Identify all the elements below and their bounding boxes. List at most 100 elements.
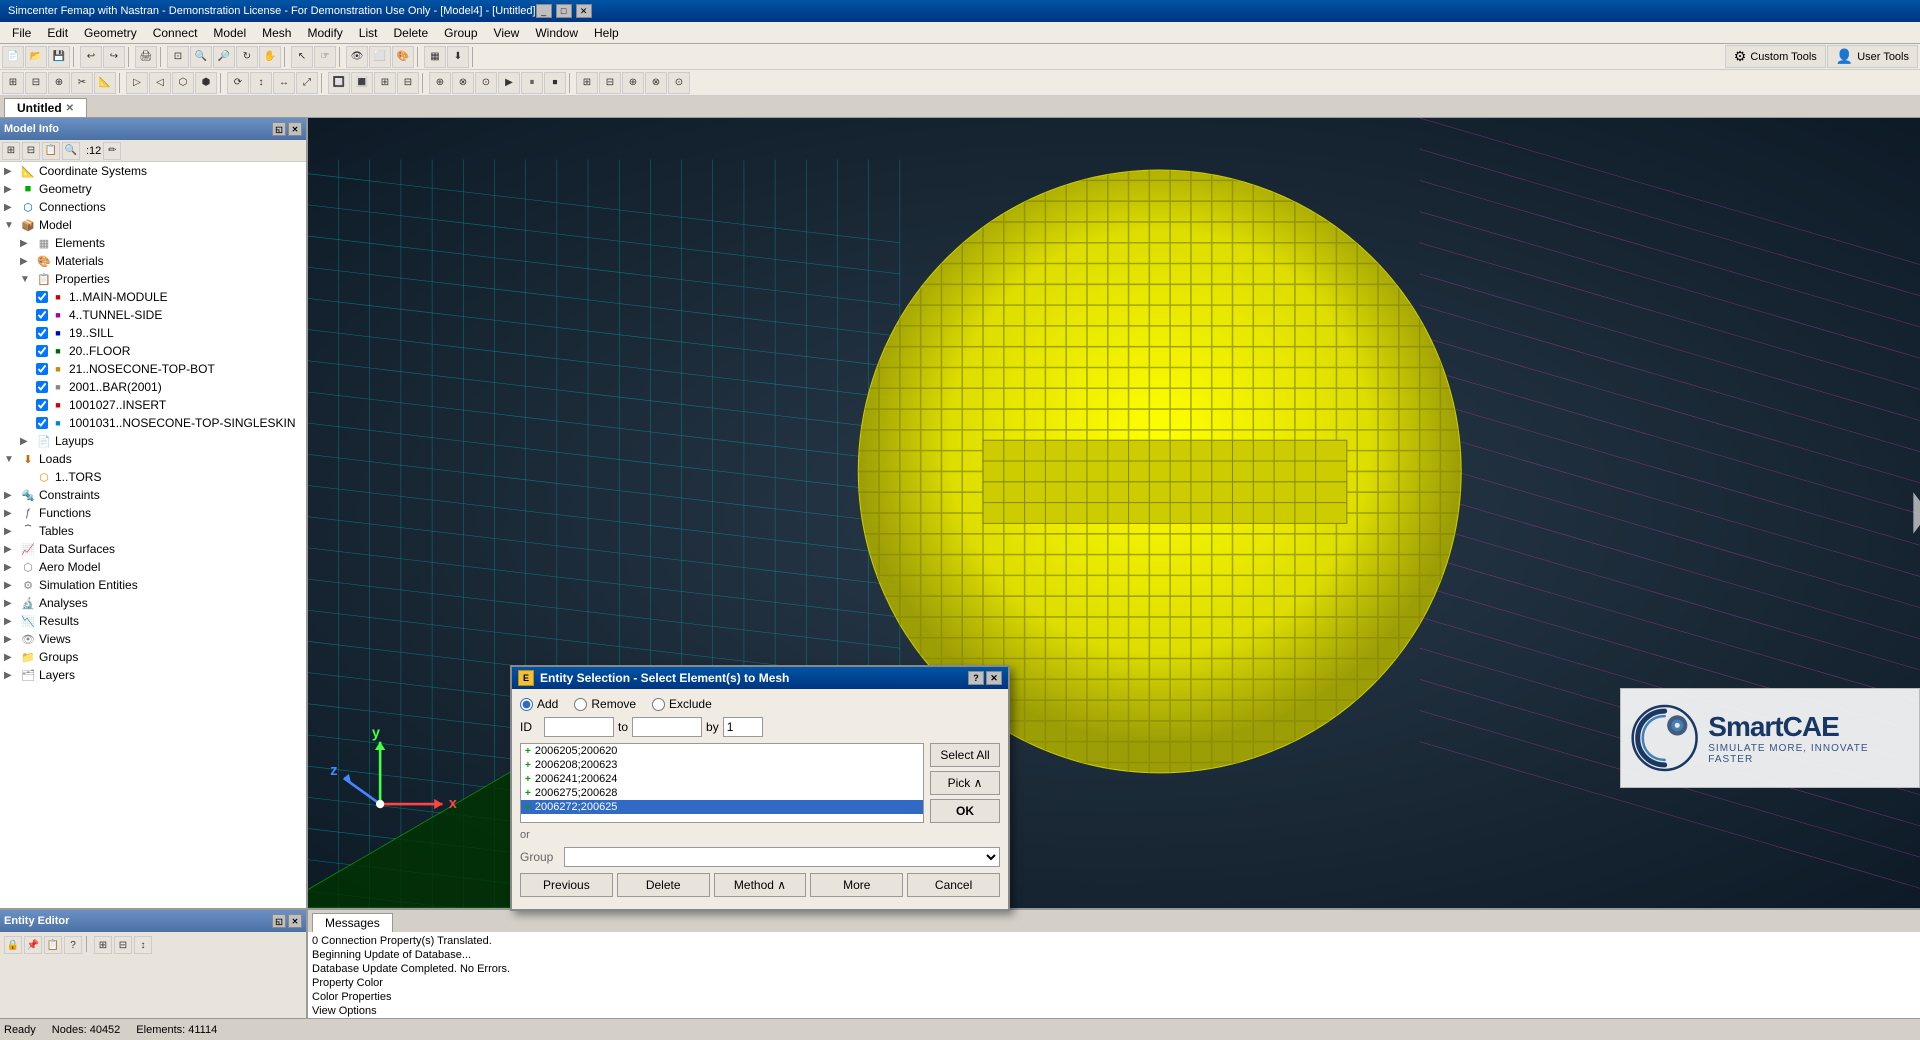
- entity-item-3[interactable]: + 2006275;200628: [521, 786, 923, 800]
- ee-expand-icon[interactable]: ↕: [134, 936, 152, 954]
- rotate-icon[interactable]: ↻: [236, 46, 258, 68]
- radio-remove-input[interactable]: [574, 698, 587, 711]
- redo-icon[interactable]: ↪: [103, 46, 125, 68]
- user-tools-btn[interactable]: 👤 User Tools: [1827, 45, 1918, 68]
- menu-geometry[interactable]: Geometry: [76, 24, 145, 42]
- entity-item-0[interactable]: + 2006205;200620: [521, 744, 923, 758]
- menu-delete[interactable]: Delete: [385, 24, 436, 42]
- tree-item-results[interactable]: ▶ 📉 Results: [0, 612, 306, 630]
- tb2-13[interactable]: ⤢: [296, 72, 318, 94]
- panel-float-btn[interactable]: ◱: [272, 122, 286, 136]
- tree-item-datasurfaces[interactable]: ▶ 📈 Data Surfaces: [0, 540, 306, 558]
- display-icon[interactable]: ⬜: [369, 46, 391, 68]
- tree-item-loads[interactable]: ▼ ⬇ Loads: [0, 450, 306, 468]
- more-button[interactable]: More: [810, 873, 903, 897]
- loads-icon[interactable]: ⬇: [447, 46, 469, 68]
- menu-model[interactable]: Model: [205, 24, 254, 42]
- tree-item-prop2001[interactable]: ■ 2001..BAR(2001): [0, 378, 306, 396]
- tb2-3[interactable]: ⊕: [48, 72, 70, 94]
- tree-item-views[interactable]: ▶ 👁 Views: [0, 630, 306, 648]
- menu-window[interactable]: Window: [527, 24, 586, 42]
- tree-item-layers[interactable]: ▶ 🗂 Layers: [0, 666, 306, 684]
- tb2-26[interactable]: ⊕: [622, 72, 644, 94]
- tb2-25[interactable]: ⊟: [599, 72, 621, 94]
- tb2-23[interactable]: ⏹: [544, 72, 566, 94]
- tree-item-simulations[interactable]: ▶ ⚙ Simulation Entities: [0, 576, 306, 594]
- ee-copy-icon[interactable]: 📋: [44, 936, 62, 954]
- tree-item-geom[interactable]: ▶ ■ Geometry: [0, 180, 306, 198]
- to-input[interactable]: [632, 717, 702, 737]
- tree-item-prop1027[interactable]: ■ 1001027..INSERT: [0, 396, 306, 414]
- menu-modify[interactable]: Modify: [299, 24, 350, 42]
- radio-exclude[interactable]: Exclude: [652, 697, 712, 711]
- tb2-24[interactable]: ⊞: [576, 72, 598, 94]
- tree-item-coord[interactable]: ▶ 📐 Coordinate Systems: [0, 162, 306, 180]
- tree-toolbar-3[interactable]: 📋: [42, 142, 60, 160]
- tb2-10[interactable]: ⟳: [227, 72, 249, 94]
- mesh-icon[interactable]: ▦: [424, 46, 446, 68]
- tree-item-prop19[interactable]: ■ 19..SILL: [0, 324, 306, 342]
- tb2-21[interactable]: ▶: [498, 72, 520, 94]
- tb2-20[interactable]: ⊙: [475, 72, 497, 94]
- menu-list[interactable]: List: [351, 24, 386, 42]
- tree-item-prop1031[interactable]: ■ 1001031..NOSECONE-TOP-SINGLESKIN: [0, 414, 306, 432]
- view-options-icon[interactable]: 👁: [346, 46, 368, 68]
- tree-item-model[interactable]: ▼ 📦 Model: [0, 216, 306, 234]
- undo-icon[interactable]: ↩: [80, 46, 102, 68]
- close-button[interactable]: ✕: [576, 4, 592, 18]
- by-input[interactable]: [723, 717, 763, 737]
- dialog-close-btn[interactable]: ✕: [986, 671, 1002, 685]
- tb2-8[interactable]: ⬡: [172, 72, 194, 94]
- radio-remove[interactable]: Remove: [574, 697, 636, 711]
- prop21-checkbox[interactable]: [36, 363, 48, 375]
- ee-layout-icon[interactable]: ⊞: [94, 936, 112, 954]
- maximize-button[interactable]: □: [556, 4, 572, 18]
- tb2-18[interactable]: ⊕: [429, 72, 451, 94]
- zoom-fit-icon[interactable]: ⊡: [167, 46, 189, 68]
- tree-item-prop20[interactable]: ■ 20..FLOOR: [0, 342, 306, 360]
- zoom-out-icon[interactable]: 🔎: [213, 46, 235, 68]
- tree-item-props[interactable]: ▼ 📋 Properties: [0, 270, 306, 288]
- radio-add[interactable]: Add: [520, 697, 558, 711]
- color-icon[interactable]: 🎨: [392, 46, 414, 68]
- dialog-help-btn[interactable]: ?: [968, 671, 984, 685]
- tree-item-functions[interactable]: ▶ ƒ Functions: [0, 504, 306, 522]
- pan-icon[interactable]: ✋: [259, 46, 281, 68]
- save-icon[interactable]: 💾: [48, 46, 70, 68]
- tb2-14[interactable]: 🔲: [328, 72, 350, 94]
- select-icon[interactable]: ↖: [291, 46, 313, 68]
- open-icon[interactable]: 📂: [25, 46, 47, 68]
- menu-view[interactable]: View: [486, 24, 528, 42]
- tb2-11[interactable]: ↕: [250, 72, 272, 94]
- tb2-19[interactable]: ⊗: [452, 72, 474, 94]
- prop2001-checkbox[interactable]: [36, 381, 48, 393]
- select-all-button[interactable]: Select All: [930, 743, 1000, 767]
- id-input[interactable]: [544, 717, 614, 737]
- tree-toolbar-1[interactable]: ⊞: [2, 142, 20, 160]
- tb2-9[interactable]: ⬢: [195, 72, 217, 94]
- radio-add-input[interactable]: [520, 698, 533, 711]
- panel-close-btn[interactable]: ✕: [288, 122, 302, 136]
- tree-item-load1[interactable]: ⬡ 1..TORS: [0, 468, 306, 486]
- tb2-27[interactable]: ⊗: [645, 72, 667, 94]
- pick-icon[interactable]: ☞: [314, 46, 336, 68]
- method-button[interactable]: Method ∧: [714, 873, 807, 897]
- minimize-button[interactable]: _: [536, 4, 552, 18]
- menu-file[interactable]: File: [4, 24, 39, 42]
- prop1-checkbox[interactable]: [36, 291, 48, 303]
- tb2-4[interactable]: ✂: [71, 72, 93, 94]
- ok-button[interactable]: OK: [930, 799, 1000, 823]
- tree-toolbar-5[interactable]: ✏: [103, 142, 121, 160]
- entity-list[interactable]: + 2006205;200620 + 2006208;200623 + 2006…: [520, 743, 924, 823]
- menu-connect[interactable]: Connect: [145, 24, 206, 42]
- tree-item-prop4[interactable]: ■ 4..TUNNEL-SIDE: [0, 306, 306, 324]
- menu-group[interactable]: Group: [436, 24, 485, 42]
- prop4-checkbox[interactable]: [36, 309, 48, 321]
- tree-item-conn[interactable]: ▶ ⬡ Connections: [0, 198, 306, 216]
- tb2-2[interactable]: ⊟: [25, 72, 47, 94]
- tree-item-prop21[interactable]: ■ 21..NOSECONE-TOP-BOT: [0, 360, 306, 378]
- tb2-12[interactable]: ↔: [273, 72, 295, 94]
- tb2-7[interactable]: ◁: [149, 72, 171, 94]
- tb2-15[interactable]: 🔳: [351, 72, 373, 94]
- tree-item-prop1[interactable]: ■ 1..MAIN-MODULE: [0, 288, 306, 306]
